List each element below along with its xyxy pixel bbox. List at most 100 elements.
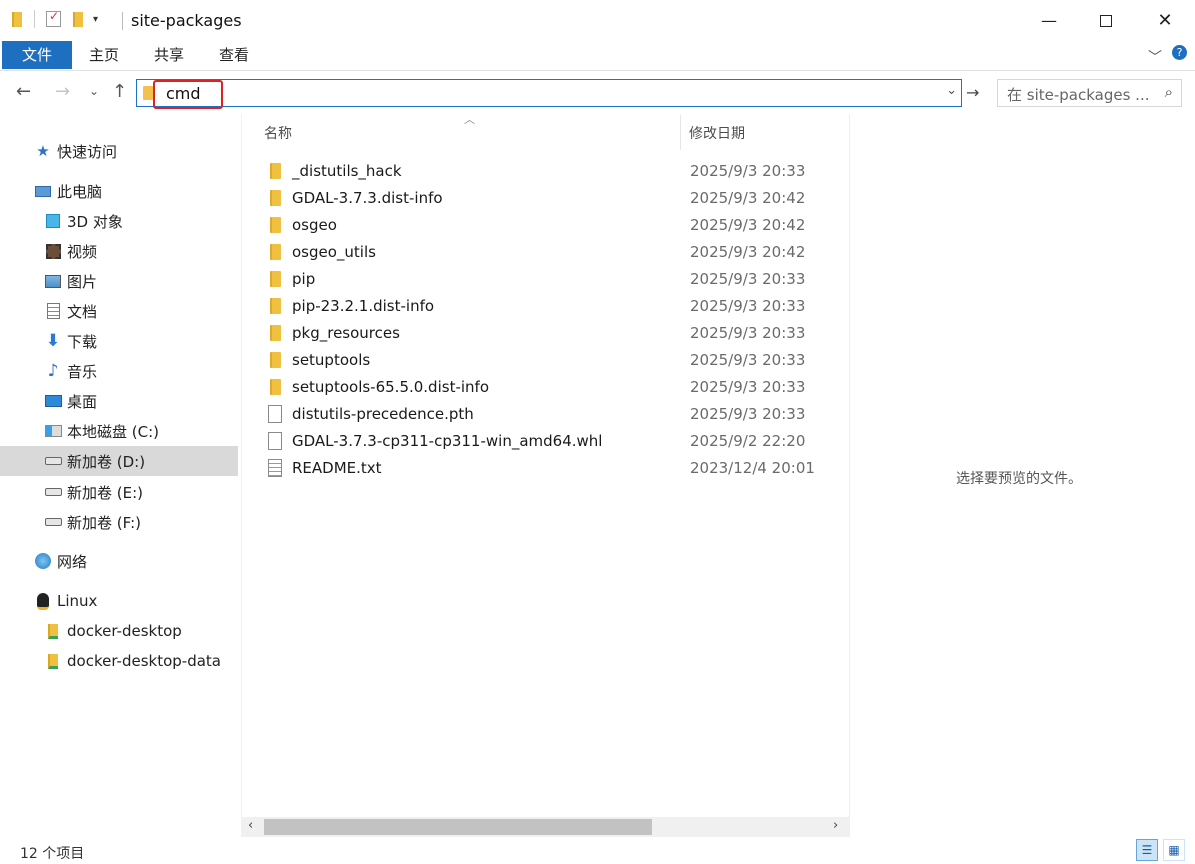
- folder-icon: [266, 270, 284, 288]
- nav-item-label: 本地磁盘 (C:): [67, 422, 159, 441]
- divider: [34, 10, 35, 28]
- details-view-button[interactable]: ☰: [1136, 839, 1158, 861]
- computer-icon: [33, 182, 53, 200]
- address-dropdown-button[interactable]: ⌄: [946, 83, 957, 98]
- new-folder-icon[interactable]: [73, 11, 83, 27]
- file-date: 2025/9/3 20:42: [690, 242, 806, 261]
- scrollbar-thumb[interactable]: [264, 819, 652, 835]
- properties-icon[interactable]: ✓: [46, 9, 61, 27]
- address-input[interactable]: cmd: [153, 80, 223, 109]
- column-header-name[interactable]: 名称: [264, 123, 292, 143]
- column-divider[interactable]: [680, 115, 681, 150]
- nav-item-drive-e[interactable]: 新加卷 (E:): [0, 477, 238, 507]
- go-button[interactable]: →: [966, 83, 979, 102]
- maximize-button[interactable]: [1077, 0, 1135, 41]
- up-button[interactable]: ↑: [112, 81, 127, 102]
- nav-item-network[interactable]: 网络: [0, 546, 238, 576]
- file-date: 2025/9/3 20:33: [690, 350, 806, 369]
- customize-dropdown-icon[interactable]: ▾: [93, 14, 98, 25]
- scroll-right-button[interactable]: ›: [833, 818, 838, 833]
- nav-item-downloads[interactable]: ⬇ 下载: [0, 326, 238, 356]
- divider: [122, 12, 123, 30]
- file-row[interactable]: setuptools 2025/9/3 20:33: [266, 346, 846, 373]
- search-icon[interactable]: ⌕: [1165, 83, 1173, 101]
- network-folder-icon: [43, 622, 63, 640]
- forward-button[interactable]: →: [55, 81, 70, 102]
- nav-item-videos[interactable]: 视频: [0, 236, 238, 266]
- close-button[interactable]: ✕: [1136, 0, 1194, 41]
- nav-item-desktop[interactable]: 桌面: [0, 386, 238, 416]
- folder-icon: [266, 189, 284, 207]
- nav-item-music[interactable]: ♪ 音乐: [0, 356, 238, 386]
- file-row[interactable]: GDAL-3.7.3-cp311-cp311-win_amd64.whl 202…: [266, 427, 846, 454]
- nav-item-3d-objects[interactable]: 3D 对象: [0, 206, 238, 236]
- nav-item-label: 下载: [67, 332, 98, 351]
- nav-item-drive-c[interactable]: 本地磁盘 (C:): [0, 416, 238, 446]
- maximize-icon: [1100, 14, 1112, 27]
- nav-item-label: 快速访问: [57, 142, 118, 161]
- cube-icon: [43, 212, 63, 230]
- help-icon: ?: [1172, 45, 1187, 60]
- network-folder-icon: [43, 652, 63, 670]
- scroll-left-button[interactable]: ‹: [248, 818, 253, 833]
- nav-item-quick-access[interactable]: ★ 快速访问: [0, 136, 238, 166]
- file-row[interactable]: pip 2025/9/3 20:33: [266, 265, 846, 292]
- help-button[interactable]: ?: [1172, 44, 1187, 60]
- file-row[interactable]: setuptools-65.5.0.dist-info 2025/9/3 20:…: [266, 373, 846, 400]
- file-name: _distutils_hack: [292, 161, 402, 180]
- tab-file[interactable]: 文件: [2, 41, 72, 69]
- file-date: 2025/9/2 22:20: [690, 431, 806, 450]
- address-row: ← → ⌄ ↑ cmd ⌄ → 在 site-packages ... ⌕: [0, 71, 1195, 115]
- nav-item-this-pc[interactable]: 此电脑: [0, 176, 238, 206]
- recent-locations-button[interactable]: ⌄: [89, 84, 99, 98]
- folder-icon[interactable]: [12, 11, 22, 27]
- download-icon: ⬇: [45, 331, 61, 351]
- large-icons-view-button[interactable]: ▦: [1163, 839, 1185, 861]
- nav-item-label: 新加卷 (D:): [67, 452, 146, 471]
- chevron-left-icon: ‹: [248, 818, 254, 833]
- folder-icon: [266, 297, 284, 315]
- nav-item-pictures[interactable]: 图片: [0, 266, 238, 296]
- file-row[interactable]: GDAL-3.7.3.dist-info 2025/9/3 20:42: [266, 184, 846, 211]
- expand-ribbon-button[interactable]: ﹀: [1148, 47, 1162, 67]
- nav-item-label: 新加卷 (E:): [67, 483, 144, 502]
- minimize-button[interactable]: —: [1020, 0, 1078, 41]
- back-button[interactable]: ←: [16, 81, 31, 102]
- nav-item-label: 新加卷 (F:): [67, 513, 141, 532]
- drive-icon: [43, 452, 63, 470]
- file-name: pkg_resources: [292, 323, 400, 342]
- navigation-pane: ★ 快速访问 此电脑 3D 对象 视频 图片 文档 ⬇ 下载 ♪ 音乐 桌面 本…: [0, 115, 241, 837]
- file-date: 2025/9/3 20:33: [690, 323, 806, 342]
- nav-item-linux[interactable]: Linux: [0, 586, 238, 616]
- file-row[interactable]: osgeo_utils 2025/9/3 20:42: [266, 238, 846, 265]
- tab-home[interactable]: 主页: [80, 41, 128, 69]
- file-row[interactable]: README.txt 2023/12/4 20:01: [266, 454, 846, 481]
- drive-icon: [43, 483, 63, 501]
- quick-access-toolbar: ✓ ▾: [12, 9, 98, 28]
- nav-item-docker-desktop[interactable]: docker-desktop: [0, 616, 238, 646]
- nav-item-docker-desktop-data[interactable]: docker-desktop-data: [0, 646, 238, 676]
- nav-item-drive-d[interactable]: 新加卷 (D:): [0, 446, 238, 476]
- search-box[interactable]: 在 site-packages ... ⌕: [997, 79, 1182, 107]
- search-input[interactable]: 在 site-packages ...: [1007, 84, 1150, 105]
- file-row[interactable]: pkg_resources 2025/9/3 20:33: [266, 319, 846, 346]
- tab-share[interactable]: 共享: [145, 41, 193, 69]
- horizontal-scrollbar[interactable]: ‹ ›: [241, 817, 850, 837]
- arrow-up-icon: ↑: [112, 81, 128, 102]
- address-bar[interactable]: cmd ⌄: [136, 79, 962, 109]
- folder-icon: [266, 216, 284, 234]
- file-row[interactable]: pip-23.2.1.dist-info 2025/9/3 20:33: [266, 292, 846, 319]
- nav-item-drive-f[interactable]: 新加卷 (F:): [0, 507, 238, 537]
- column-header-date[interactable]: 修改日期: [689, 123, 745, 143]
- status-bar: 12 个项目 ☰ ▦: [0, 837, 1195, 864]
- preview-pane: 选择要预览的文件。: [850, 115, 1195, 837]
- file-row[interactable]: distutils-precedence.pth 2025/9/3 20:33: [266, 400, 846, 427]
- file-row[interactable]: osgeo 2025/9/3 20:42: [266, 211, 846, 238]
- preview-message: 选择要预览的文件。: [956, 471, 1082, 487]
- video-icon: [43, 242, 63, 260]
- file-name: pip: [292, 269, 316, 288]
- tab-view[interactable]: 查看: [210, 41, 258, 69]
- file-row[interactable]: _distutils_hack 2025/9/3 20:33: [266, 157, 846, 184]
- nav-item-documents[interactable]: 文档: [0, 296, 238, 326]
- document-icon: [43, 302, 63, 320]
